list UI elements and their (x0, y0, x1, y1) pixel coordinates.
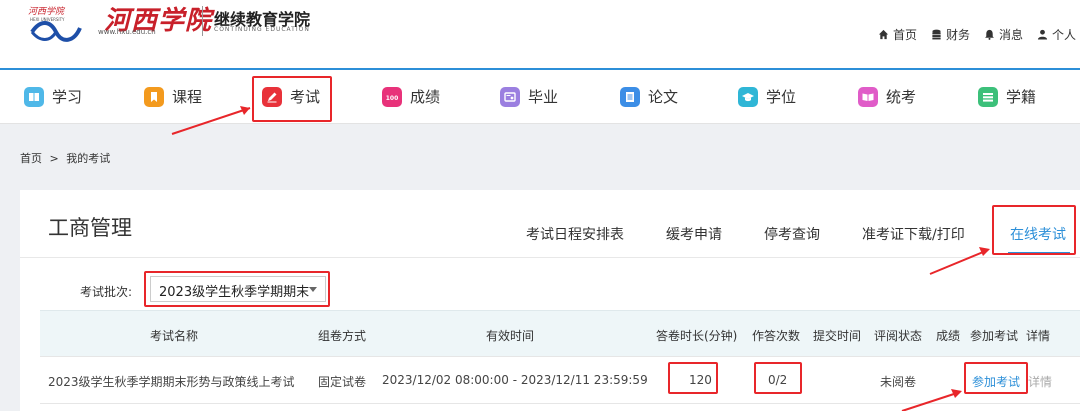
top-link-profile-label: 个人 (1051, 28, 1076, 42)
batch-select-value: 2023级学生秋季学期期末 (159, 285, 310, 300)
nav-item-exam-label: 考试 (290, 88, 321, 106)
table-header: 考试名称 组卷方式 有效时间 答卷时长(分钟) 作答次数 提交时间 评阅状态 成… (40, 310, 1080, 356)
active-tab-indicator (1008, 252, 1070, 254)
nav-item-student-status-label: 学籍 (1006, 88, 1037, 106)
batch-select[interactable]: 2023级学生秋季学期期末 (150, 276, 326, 302)
header-review-status: 评阅状态 (874, 329, 923, 343)
exam-tabs: 考试日程安排表 缓考申请 停考查询 准考证下载/打印 在线考试 (20, 224, 1080, 254)
nav-item-graduation[interactable]: 毕业 (500, 86, 558, 107)
logo-divider (202, 6, 203, 36)
breadcrumb-current: 我的考试 (66, 152, 111, 165)
edit-icon (262, 86, 282, 107)
top-link-messages-label: 消息 (998, 28, 1023, 42)
header-score: 成绩 (936, 329, 961, 343)
header-exam-name: 考试名称 (150, 329, 199, 343)
top-header: 河西学院 HEXI UNIVERSITY 河西学院 www.hxu.edu.cn… (0, 0, 1080, 68)
book-icon (24, 86, 44, 107)
tab-suspension-query[interactable]: 停考查询 (764, 224, 820, 244)
emblem-script-text: 河西学院 (28, 6, 66, 17)
header-attempts: 作答次数 (752, 329, 801, 343)
score-icon: 100 (382, 86, 402, 107)
logo-url-text: www.hxu.edu.cn (98, 28, 156, 36)
batch-label: 考试批次: (80, 285, 133, 299)
bookmark-icon (144, 86, 164, 107)
header-submit-time: 提交时间 (813, 329, 862, 343)
user-icon (1037, 29, 1048, 40)
list-icon (978, 86, 998, 107)
nav-item-unified-exam[interactable]: 统考 (858, 86, 916, 107)
nav-item-unified-exam-label: 统考 (886, 88, 917, 106)
chevron-down-icon (309, 287, 317, 292)
cell-attempts: 0/2 (768, 373, 788, 387)
table-row: 2023级学生秋季学期期末形势与政策线上考试 固定试卷 2023/12/02 0… (40, 356, 1080, 404)
cell-exam-name: 2023级学生秋季学期期末形势与政策线上考试 (48, 375, 295, 389)
nav-item-thesis-label: 论文 (648, 88, 679, 106)
top-link-home[interactable]: 首页 (878, 26, 917, 43)
cell-valid-time: 2023/12/02 08:00:00 - 2023/12/11 23:59:5… (382, 373, 648, 387)
nav-item-study[interactable]: 学习 (24, 86, 82, 107)
nav-item-courses[interactable]: 课程 (144, 86, 202, 107)
book-open-icon (858, 86, 878, 107)
nav-item-degree-label: 学位 (766, 88, 797, 106)
tab-admission-ticket[interactable]: 准考证下载/打印 (862, 224, 965, 244)
svg-text:HEXI UNIVERSITY: HEXI UNIVERSITY (30, 17, 65, 22)
top-link-home-label: 首页 (892, 28, 917, 42)
nav-item-degree[interactable]: 学位 (738, 86, 796, 107)
nav-item-exam[interactable]: 考试 (262, 86, 320, 107)
university-emblem-icon: 河西学院 HEXI UNIVERSITY (28, 6, 82, 42)
take-exam-link[interactable]: 参加考试 (972, 373, 1020, 390)
header-duration: 答卷时长(分钟) (656, 329, 738, 343)
nav-item-graduation-label: 毕业 (528, 88, 559, 106)
top-link-finance-label: 财务 (945, 28, 970, 42)
home-icon (878, 29, 889, 40)
breadcrumb: 首页 > 我的考试 (20, 150, 110, 166)
cell-method: 固定试卷 (318, 375, 367, 389)
header-detail: 详情 (1026, 329, 1051, 343)
top-link-profile[interactable]: 个人 (1037, 26, 1076, 43)
tab-online-exam[interactable]: 在线考试 (1010, 224, 1066, 244)
college-name-en: CONTINUING EDUCATION (214, 26, 310, 33)
nav-item-thesis[interactable]: 论文 (620, 86, 678, 107)
top-link-finance[interactable]: 财务 (931, 26, 970, 43)
top-link-messages[interactable]: 消息 (984, 26, 1023, 43)
bell-icon (985, 29, 994, 40)
exam-panel: 工商管理 考试日程安排表 缓考申请 停考查询 准考证下载/打印 在线考试 考试批… (20, 190, 1080, 411)
document-icon (620, 86, 640, 107)
panel-divider (20, 257, 1080, 258)
header-method: 组卷方式 (318, 329, 367, 343)
certificate-icon (500, 86, 520, 107)
tab-deferral-application[interactable]: 缓考申请 (666, 224, 722, 244)
tab-exam-schedule[interactable]: 考试日程安排表 (526, 224, 624, 244)
cell-review-status: 未阅卷 (880, 375, 917, 389)
svg-text:100: 100 (386, 95, 399, 102)
top-links: 首页 财务 消息 个人 (878, 26, 1076, 43)
nav-item-scores[interactable]: 100 成绩 (382, 86, 440, 107)
nav-item-scores-label: 成绩 (410, 88, 441, 106)
breadcrumb-home[interactable]: 首页 (20, 152, 42, 165)
cell-duration: 120 (689, 373, 712, 387)
main-nav: 学习 课程 考试 100 成绩 毕业 论文 学位 统考 学籍 (0, 70, 1080, 124)
header-valid-time: 有效时间 (486, 329, 535, 343)
nav-item-student-status[interactable]: 学籍 (978, 86, 1036, 107)
graduation-cap-icon (738, 86, 758, 107)
header-take-exam: 参加考试 (970, 329, 1019, 343)
nav-item-study-label: 学习 (52, 88, 83, 106)
nav-item-courses-label: 课程 (172, 88, 203, 106)
breadcrumb-separator: > (49, 152, 59, 165)
site-logo[interactable]: 河西学院 HEXI UNIVERSITY 河西学院 www.hxu.edu.cn… (24, 0, 324, 44)
detail-link[interactable]: 详情 (1028, 373, 1052, 390)
database-icon (932, 29, 941, 40)
